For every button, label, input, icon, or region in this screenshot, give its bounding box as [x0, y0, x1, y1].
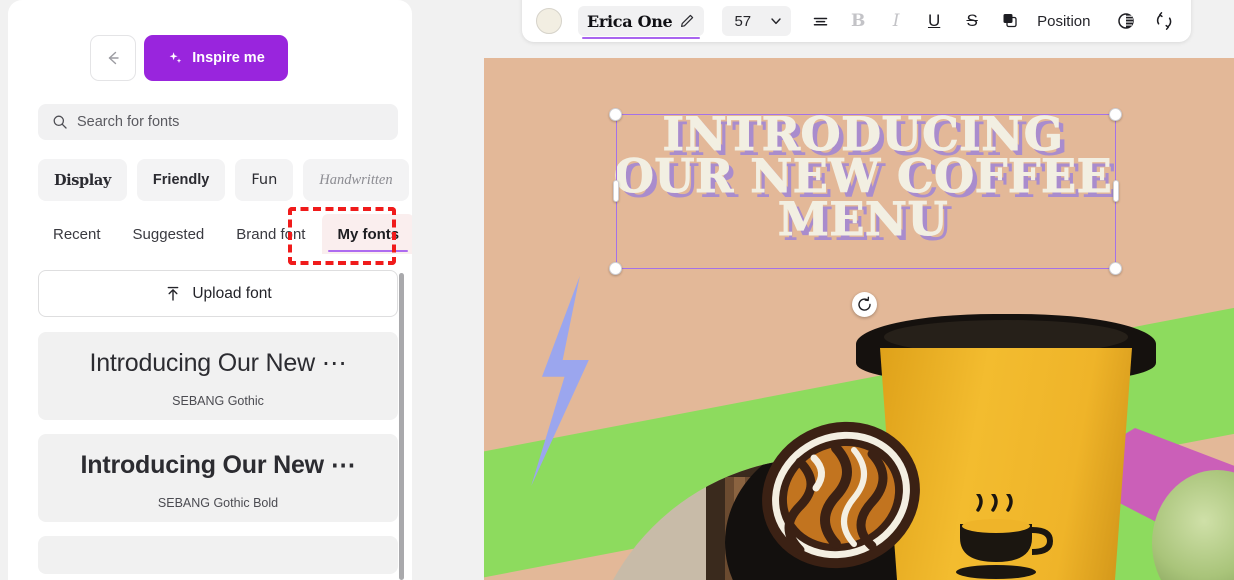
inspire-me-label: Inspire me [192, 50, 265, 66]
transparency-icon [1117, 13, 1134, 29]
font-name-label: SEBANG Gothic Bold [157, 496, 279, 510]
list-item[interactable]: Introducing Our New ⋯ SEBANG Gothic Bold [38, 434, 398, 522]
inspire-me-button[interactable]: Inspire me [144, 35, 288, 81]
text-toolbar: Erica One 57 B I U S Position [522, 0, 1191, 42]
upload-font-label: Upload font [192, 284, 272, 302]
resize-handle-top-right[interactable] [1109, 108, 1122, 121]
underline-button[interactable]: U [917, 4, 951, 38]
bold-button[interactable]: B [841, 4, 875, 38]
panel-header: Inspire me [8, 0, 412, 92]
list-item[interactable]: Introducing Our New ⋯ SEBANG Gothic [38, 332, 398, 420]
resize-handle-bottom-left[interactable] [609, 262, 622, 275]
font-side-panel: Inspire me Display Friendly Fun Handwrit… [8, 0, 412, 580]
align-button[interactable] [803, 4, 837, 38]
headline-text[interactable]: INTRODUCING OUR NEW COFFEE MENU [612, 111, 1114, 243]
app-root: Inspire me Display Friendly Fun Handwrit… [0, 0, 1234, 580]
resize-handle-bottom-right[interactable] [1109, 262, 1122, 275]
align-center-icon [813, 17, 827, 25]
rotate-handle[interactable] [852, 292, 877, 317]
upload-font-button[interactable]: Upload font [38, 270, 398, 317]
position-button[interactable]: Position [1031, 4, 1096, 38]
font-size-value: 57 [734, 12, 752, 30]
font-category-pills: Display Friendly Fun Handwritten Mo [38, 159, 412, 201]
font-name-value: Erica One [587, 11, 673, 31]
text-effects-button[interactable] [993, 4, 1027, 38]
upload-icon [168, 286, 179, 301]
strikethrough-button[interactable]: S [955, 4, 989, 38]
chevron-down-icon[interactable] [769, 14, 783, 28]
pill-fun[interactable]: Fun [235, 159, 294, 201]
text-color-swatch[interactable] [536, 8, 562, 34]
font-preview-text: Introducing Our New ⋯ [80, 451, 356, 479]
search-field[interactable] [38, 104, 398, 140]
font-list-scrollbar-track[interactable] [404, 266, 412, 580]
animate-button[interactable] [1147, 4, 1181, 38]
back-button[interactable] [90, 35, 136, 81]
tab-recent[interactable]: Recent [38, 214, 116, 254]
list-item[interactable] [38, 536, 398, 574]
italic-button[interactable]: I [879, 4, 913, 38]
search-icon [53, 115, 67, 129]
tab-brand-font[interactable]: Brand font [221, 214, 320, 254]
font-size-selector[interactable]: 57 [722, 6, 792, 36]
pill-handwritten[interactable]: Handwritten [303, 159, 409, 201]
rotate-icon [1156, 12, 1171, 30]
sparkles-icon [169, 51, 182, 63]
cactus-body [1152, 470, 1234, 580]
coffee-cup-logo-icon [956, 494, 1054, 579]
font-name-selector[interactable]: Erica One [578, 6, 705, 39]
pencil-icon[interactable] [679, 13, 695, 29]
font-name-label: SEBANG Gothic [172, 394, 264, 408]
text-effects-icon [1003, 14, 1017, 28]
arrow-left-icon [108, 51, 119, 65]
pill-display[interactable]: Display [38, 159, 127, 201]
resize-handle-left-middle[interactable] [613, 180, 619, 202]
rotate-handle-icon [858, 296, 871, 311]
design-canvas[interactable]: WE COMPOST WE COMPUSE [484, 58, 1234, 580]
font-preview-text: Introducing Our New ⋯ [89, 349, 347, 377]
resize-handle-top-left[interactable] [609, 108, 622, 121]
tab-suggested[interactable]: Suggested [118, 214, 220, 254]
transparency-button[interactable] [1109, 4, 1143, 38]
font-source-tabs: Recent Suggested Brand font My fonts [38, 214, 412, 260]
tab-my-fonts[interactable]: My fonts [322, 214, 412, 254]
resize-handle-right-middle[interactable] [1113, 180, 1119, 202]
coffee-bean-icon [762, 421, 920, 569]
font-list: Introducing Our New ⋯ SEBANG Gothic Intr… [38, 332, 398, 580]
cactus-plant-right [1142, 470, 1234, 580]
pill-friendly[interactable]: Friendly [136, 159, 226, 201]
search-input[interactable] [77, 114, 377, 130]
font-list-scrollbar-thumb[interactable] [399, 273, 404, 580]
